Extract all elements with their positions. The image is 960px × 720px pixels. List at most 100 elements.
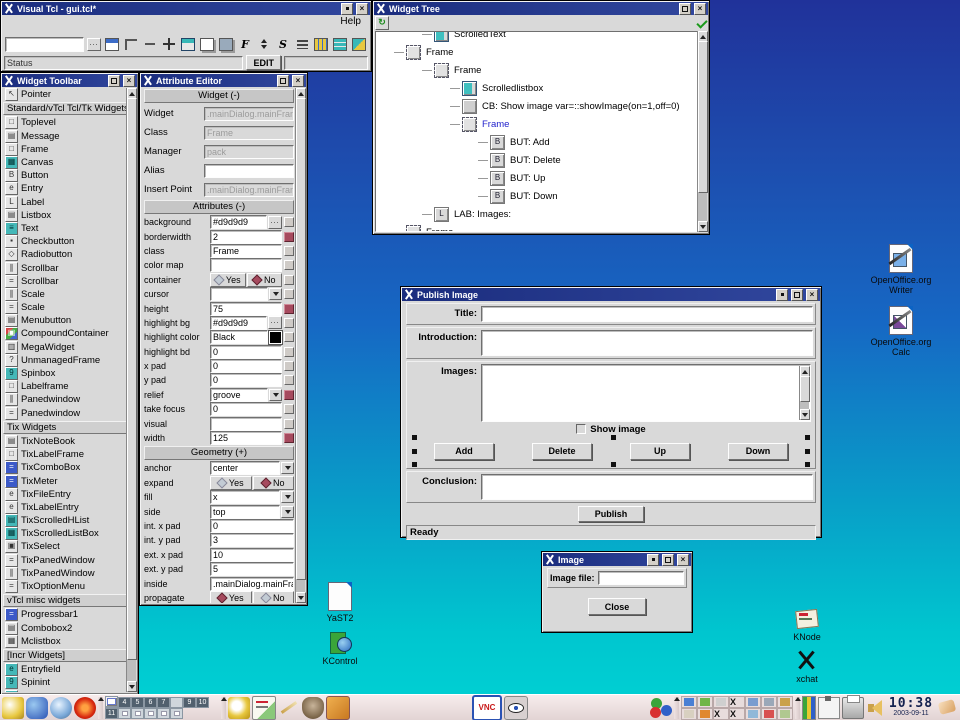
scrollbar-thumb[interactable] [127, 98, 137, 660]
globe-icon[interactable] [50, 697, 72, 719]
images-listbox[interactable] [481, 364, 811, 422]
widget-item[interactable]: e TixFileEntry [3, 488, 127, 501]
quick-launch-slot[interactable]: X [729, 708, 745, 720]
widget-item[interactable]: ≡ Text [3, 222, 127, 235]
class-input[interactable]: Frame [210, 244, 282, 258]
side-dropdown-button[interactable] [281, 506, 294, 518]
title-input[interactable] [481, 306, 813, 322]
close-button[interactable]: × [292, 75, 304, 87]
selected-button-frame[interactable]: Add Delete Up Down [415, 438, 807, 464]
selection-handle[interactable] [412, 462, 417, 467]
close-button[interactable]: × [677, 554, 689, 566]
widget-item[interactable]: ∥ Panedwindow [3, 393, 127, 406]
widget-item[interactable]: = TixComboBox [3, 461, 127, 474]
pager-cell[interactable] [131, 708, 144, 719]
vertical-scrollbar[interactable] [126, 88, 136, 692]
desktop-icon-oo-writer[interactable]: OpenOffice.org Writer [868, 244, 934, 295]
printer-tray-icon[interactable] [842, 697, 864, 719]
attr-flag[interactable] [284, 318, 294, 328]
align-tool-icon[interactable] [294, 37, 310, 52]
widget-item[interactable]: e Entryfield [3, 663, 127, 676]
selection-handle[interactable] [611, 435, 616, 440]
tree-node[interactable]: B BUT: Down [376, 187, 697, 205]
widget-item[interactable]: B Button [3, 169, 127, 182]
grid-window-icon[interactable] [180, 37, 196, 52]
widget-item[interactable]: ▤ Listbox [3, 209, 127, 222]
delete-button[interactable]: Delete [532, 443, 592, 460]
anchor-dropdown-button[interactable] [281, 462, 294, 474]
scrollbar-thumb[interactable] [698, 41, 708, 193]
quick-launch-slot[interactable] [697, 696, 713, 708]
widget-item[interactable]: e TixLabelEntry [3, 501, 127, 514]
pager-cell[interactable]: 6 [144, 697, 157, 708]
quick-launch-slot[interactable] [777, 708, 793, 720]
selection-handle[interactable] [805, 449, 810, 454]
konqueror-icon[interactable] [26, 697, 48, 719]
vertical-scrollbar[interactable] [799, 366, 809, 420]
pager-cell[interactable] [157, 708, 170, 719]
maximize-button[interactable] [108, 75, 120, 87]
pager-cell[interactable] [105, 696, 118, 707]
tree-node[interactable]: L LAB: Images: [376, 205, 697, 223]
widget-item[interactable]: ▣ TixSelect [3, 540, 127, 553]
widget-item[interactable]: = Scale [3, 301, 127, 314]
pager-cell[interactable]: 5 [131, 697, 144, 708]
widget-item[interactable]: ▪ Checkbutton [3, 235, 127, 248]
side-select[interactable]: top [210, 505, 280, 519]
fill-dropdown-button[interactable] [281, 491, 294, 503]
quick-launch-slot[interactable] [761, 708, 777, 720]
ypad-input[interactable]: 0 [210, 373, 282, 387]
tree-node[interactable]: Frame [376, 61, 697, 79]
widget-item[interactable]: ≡ Spintime [3, 689, 127, 692]
relief-dropdown-button[interactable] [269, 389, 282, 401]
maximize-button[interactable] [277, 75, 289, 87]
taskbar-clock[interactable]: 10:38 2003-09-11 [888, 697, 934, 718]
close-button[interactable]: × [694, 3, 706, 15]
font-tool-icon[interactable]: F [237, 37, 253, 52]
widget-item[interactable]: ▤ Message [3, 130, 127, 143]
show-desktop-icon[interactable] [936, 697, 958, 719]
cursor-dropdown-button[interactable] [269, 288, 282, 300]
titlebar[interactable]: Image × [543, 553, 691, 566]
publish-button[interactable]: Publish [578, 506, 644, 522]
widget-item[interactable]: □ Frame [3, 143, 127, 156]
colormap-input[interactable] [210, 258, 282, 272]
widget-item[interactable]: □ Labelframe [3, 380, 127, 393]
widget-item[interactable]: ∥ TixPanedWindow [3, 567, 127, 580]
minimize-button[interactable] [647, 554, 659, 566]
xpad-input[interactable]: 0 [210, 359, 282, 373]
shade-button[interactable] [341, 3, 353, 15]
tree-node[interactable]: Frame [376, 43, 697, 61]
grid-yellow-icon[interactable] [313, 37, 329, 52]
widget-item[interactable]: vTcl misc widgets [3, 594, 127, 607]
cursor-select[interactable] [210, 287, 268, 301]
widget-item[interactable]: = TixMeter [3, 474, 127, 487]
desktop-icon-kcontrol[interactable]: KControl [314, 630, 366, 666]
intypad-input[interactable]: 3 [210, 533, 294, 547]
widget-item[interactable]: ▤ TixScrolledHList [3, 514, 127, 527]
container-yes-option[interactable]: Yes [210, 273, 246, 287]
tree-node[interactable]: B BUT: Add [376, 133, 697, 151]
background-input[interactable]: #d9d9d9 [210, 215, 267, 229]
attr-flag[interactable] [284, 289, 294, 299]
widget-item[interactable]: ▦ Mclistbox [3, 635, 127, 648]
highlightbd-input[interactable]: 0 [210, 345, 282, 359]
quick-launch-slot[interactable] [681, 708, 697, 720]
kwrite-icon[interactable] [278, 697, 300, 719]
paste-icon[interactable] [218, 37, 234, 52]
attr-flag[interactable] [284, 217, 294, 227]
selection-handle[interactable] [805, 462, 810, 467]
widget-item[interactable]: ▥ MegaWidget [3, 341, 127, 354]
line-tool-icon[interactable] [142, 37, 158, 52]
tree-node[interactable]: Scrolledlistbox [376, 79, 697, 97]
tree-node[interactable]: ScrolledText [376, 31, 697, 43]
attr-flag-changed[interactable] [284, 433, 294, 443]
add-button[interactable]: Add [434, 443, 494, 460]
desktop-icon-knode[interactable]: KNode [783, 606, 831, 642]
close-button[interactable]: × [123, 75, 135, 87]
widget-item[interactable]: ▣ CompoundContainer [3, 327, 127, 340]
attr-flag[interactable] [284, 332, 294, 342]
maximize-button[interactable] [791, 289, 803, 301]
quick-launch-slot[interactable] [745, 696, 761, 708]
attr-flag-changed[interactable] [284, 304, 294, 314]
